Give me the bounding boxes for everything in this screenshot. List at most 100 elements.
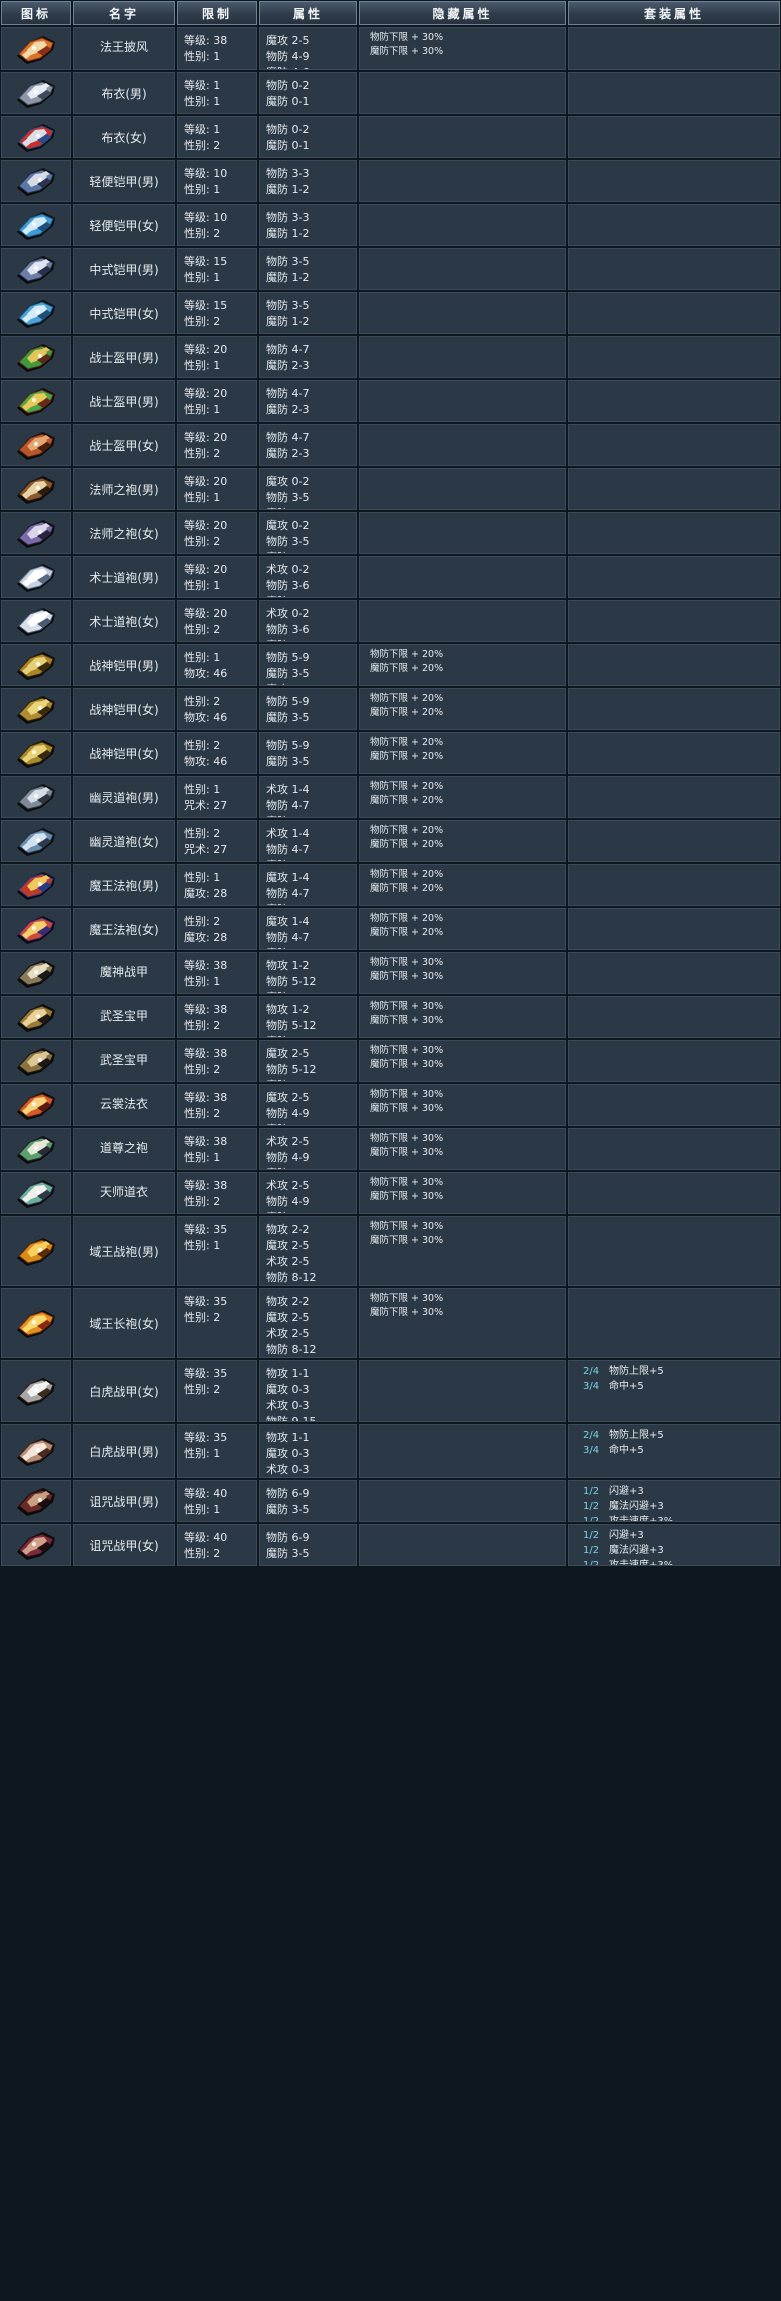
set-attr-cell [568,1216,780,1286]
attr-cell: 物防 5-9 魔防 3-5 [259,688,357,730]
limit-line: 物攻: 46 [184,667,228,680]
attr-line: 物防 3-5 [266,299,310,312]
attr-line: 魔防 2-3 [266,359,310,372]
set-bonus: 魔法闪避+3 [609,1545,664,1556]
attr-cell: 术攻 0-2 物防 3-6 魔防 3-3 [259,600,357,642]
attr-line: 物防 4-7 [266,343,310,356]
limit-cell: 等级: 35 性别: 1 [177,1216,257,1286]
set-attr-cell [568,380,780,422]
item-name: 战神铠甲(女) [73,688,175,730]
set-attr-line: 2/4 物防上限+5 [583,1364,779,1379]
table-row: 法师之袍(女) 等级: 20 性别: 2 魔攻 0-2 物防 3-5 魔防 3-4 [0,511,781,555]
attr-line: 物防 3-6 [266,623,310,636]
attr-line: 物防 4-7 [266,931,310,944]
icon-cell [1,380,71,422]
set-attr-cell [568,468,780,510]
table-row: 诅咒战甲(男) 等级: 40 性别: 1 物防 6-9 魔防 3-5 1/2 闪避+3 1/2… [0,1479,781,1523]
heavenly-master-robe-icon [13,1174,59,1212]
limit-line: 等级: 20 [184,343,228,356]
attr-line: 物防 4-9 [266,1151,310,1164]
limit-line: 性别: 1 [184,1447,221,1460]
taoist-master-robe-icon [13,1130,59,1168]
attr-line: 魔攻 2-5 [266,1239,310,1252]
header-icon: 图标 [1,1,71,25]
ghost-robe-icon [13,822,59,860]
hidden-attr-cell [359,248,566,290]
warrior-armor-icon [13,338,59,376]
set-attr-cell [568,248,780,290]
hidden-attr-line: 魔防下限 + 30% [370,1147,444,1158]
set-fraction: 3/4 [583,1445,600,1456]
set-attr-cell [568,1172,780,1214]
limit-cell: 等级: 20 性别: 1 [177,380,257,422]
icon-cell [1,688,71,730]
table-row: 战神铠甲(女) 性别: 2 物攻: 46 物防 5-9 魔防 3-5 物防下限 + 20%… [0,731,781,775]
attr-cell: 物攻 1-1魔攻 0-3术攻 0-3物防 9-15 [259,1360,357,1422]
attr-line: 魔攻 2-5 [266,1047,310,1060]
item-name: 云裳法衣 [73,1084,175,1126]
domain-king-robe-icon [13,1232,59,1270]
set-attr-cell [568,556,780,598]
limit-cell: 等级: 38 性别: 2 [177,1084,257,1126]
icon-cell [1,248,71,290]
hidden-attr-cell: 物防下限 + 30% 魔防下限 + 30% [359,996,566,1038]
limit-line: 性别: 1 [184,871,221,884]
set-attr-line: 1/2 攻击速度+3% [583,1514,779,1521]
set-attr-line: 1/2 魔法闪避+3 [583,1543,779,1558]
attr-line: 物防 8-12 [266,1271,317,1284]
hidden-attr-line: 物防下限 + 30% [370,957,444,968]
attr-cell: 物攻 1-2 物防 5-12 魔防 4-7 [259,952,357,994]
limit-line: 等级: 38 [184,1091,228,1104]
white-tiger-armor-icon [13,1432,59,1470]
limit-line: 等级: 38 [184,959,228,972]
limit-cell: 性别: 2 咒术: 27 [177,820,257,862]
limit-line: 性别: 2 [184,1107,221,1120]
attr-cell: 物攻 1-1魔攻 0-3术攻 0-3物防 9-15 [259,1424,357,1478]
limit-cell: 等级: 38 性别: 1 [177,27,257,70]
set-attr-cell [568,160,780,202]
item-name: 战士盔甲(男) [73,380,175,422]
table-row: 法王披风等级: 38性别: 1魔攻 2-5物防 4-9魔防 4-6物防下限 + … [0,26,781,71]
icon-cell [1,1360,71,1422]
set-bonus: 命中+5 [609,1381,644,1392]
icon-cell [1,336,71,378]
item-name: 术士道袍(女) [73,600,175,642]
limit-line: 魔攻: 28 [184,931,228,944]
hidden-attr-cell: 物防下限 + 20% 魔防下限 + 20% [359,644,566,686]
limit-line: 性别: 1 [184,1503,221,1516]
limit-line: 性别: 1 [184,183,221,196]
attr-line: 物防 4-9 [266,1195,310,1208]
icon-cell [1,1040,71,1082]
header-name: 名字 [73,1,175,25]
limit-cell: 等级: 15 性别: 2 [177,292,257,334]
attr-line: 物防 6-9 [266,1487,310,1500]
attr-line: 物防 5-9 [266,651,310,664]
attr-line: 术攻 1-4 [266,827,310,840]
set-attr-cell [568,424,780,466]
hidden-attr-line: 魔防下限 + 30% [370,1191,444,1202]
set-bonus: 魔法闪避+3 [609,1501,664,1512]
limit-cell: 等级: 38 性别: 2 [177,1040,257,1082]
hidden-attr-cell [359,512,566,554]
hidden-attr-line: 魔防下限 + 30% [370,1235,444,1246]
limit-line: 性别: 2 [184,695,221,708]
attr-line: 魔防 2-3 [266,447,310,460]
icon-cell [1,864,71,906]
limit-line: 性别: 2 [184,1311,221,1324]
hidden-attr-line: 魔防下限 + 20% [370,795,444,806]
limit-line: 等级: 20 [184,387,228,400]
attr-line: 魔攻 1-4 [266,871,310,884]
limit-line: 等级: 35 [184,1223,228,1236]
war-god-armor-icon [13,690,59,728]
table-row: 域王战袍(男) 等级: 35 性别: 1 物攻 2-2 魔攻 2-5 术攻 2-5 物防 8… [0,1215,781,1287]
limit-line: 性别: 1 [184,403,221,416]
hidden-attr-line: 物防下限 + 20% [370,737,444,748]
limit-line: 等级: 20 [184,563,228,576]
icon-cell [1,1128,71,1170]
attr-line: 物防 0-2 [266,79,310,92]
set-attr-cell [568,72,780,114]
limit-cell: 性别: 2 物攻: 46 [177,688,257,730]
attr-line: 物防 3-3 [266,167,310,180]
icon-cell [1,820,71,862]
attr-line: 物攻 2-2 [266,1223,310,1236]
